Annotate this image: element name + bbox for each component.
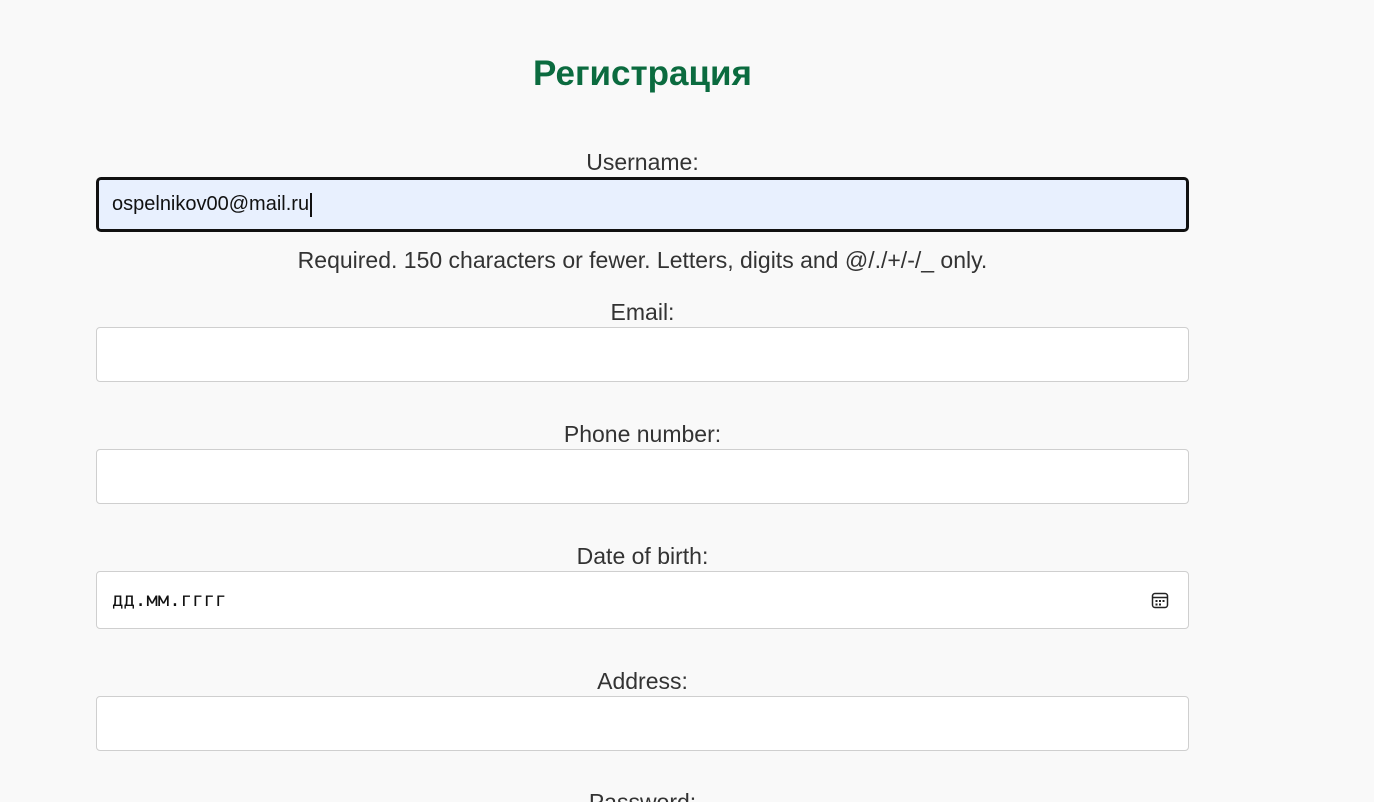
registration-page: Регистрация Username: ospelnikov00@mail.… [0,0,1374,802]
username-value: ospelnikov00@mail.ru [112,193,310,215]
address-label: Address: [597,668,688,694]
dob-label: Date of birth: [576,543,709,569]
text-caret [310,192,313,217]
username-label: Username: [586,149,699,175]
page-title: Регистрация [533,54,752,93]
username-help-text: Required. 150 characters or fewer. Lette… [297,247,988,273]
email-label: Email: [610,299,675,325]
calendar-icon[interactable] [1151,591,1169,609]
username-input[interactable]: ospelnikov00@mail.ru [96,177,1189,232]
phone-label: Phone number: [563,421,722,447]
password-label: Password: [588,789,697,802]
dob-input[interactable]: дд.мм.гггг [96,571,1189,629]
dob-placeholder: дд.мм.гггг [112,589,227,611]
address-input[interactable] [96,696,1189,751]
email-input[interactable] [96,327,1189,382]
phone-input[interactable] [96,449,1189,504]
